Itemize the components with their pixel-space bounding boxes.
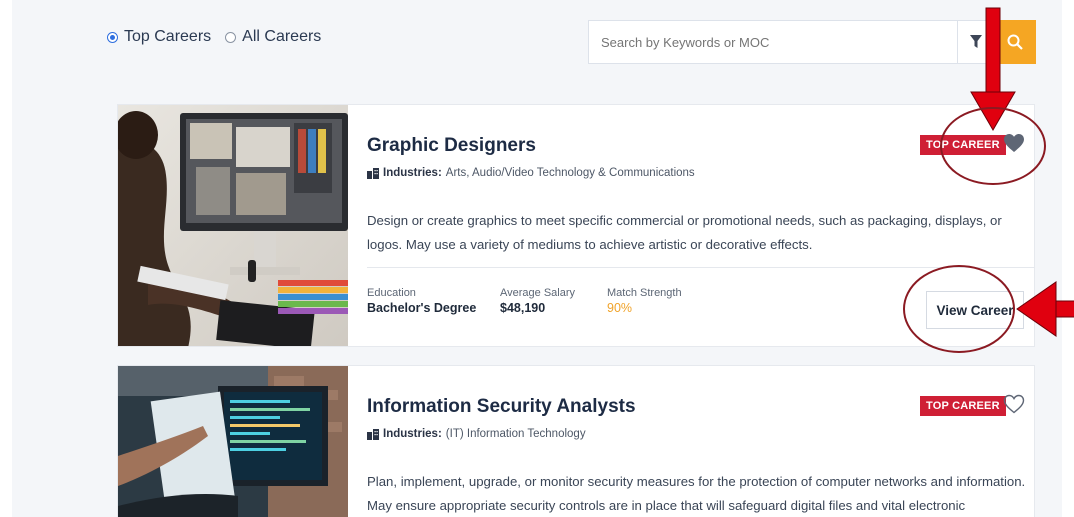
stat-label: Average Salary	[500, 287, 576, 299]
radio-top-careers[interactable]: Top Careers	[107, 28, 211, 46]
building-icon	[367, 428, 379, 440]
magnifier-icon	[1007, 34, 1023, 50]
industries-label: Industries:	[383, 428, 442, 440]
industries-value: (IT) Information Technology	[445, 428, 586, 440]
career-title[interactable]: Graphic Designers	[367, 135, 536, 157]
stat-match-strength: Match Strength 90%	[607, 287, 682, 315]
radio-label: All Careers	[242, 28, 322, 45]
stat-value: 90%	[607, 301, 633, 315]
search-input[interactable]	[588, 20, 958, 64]
stat-label: Match Strength	[607, 287, 682, 299]
career-card-body: Information Security Analysts Industries…	[367, 366, 1034, 517]
career-card: Information Security Analysts Industries…	[117, 365, 1035, 517]
stat-average-salary: Average Salary $48,190	[500, 287, 575, 315]
radio-all-careers[interactable]: All Careers	[225, 28, 321, 46]
career-industries: Industries: Arts, Audio/Video Technology…	[367, 167, 695, 179]
top-career-badge: TOP CAREER	[920, 135, 1006, 155]
filter-button[interactable]	[958, 20, 994, 64]
favorite-heart-icon-outline[interactable]	[1003, 394, 1025, 414]
view-career-button[interactable]: View Career	[926, 291, 1024, 329]
stat-value: $48,190	[500, 301, 546, 315]
search-button[interactable]	[994, 20, 1036, 64]
career-title[interactable]: Information Security Analysts	[367, 396, 636, 418]
stat-label: Education	[367, 287, 416, 299]
career-card: Graphic Designers Industries: Arts, Audi…	[117, 104, 1035, 347]
radio-label: Top Careers	[124, 28, 212, 45]
favorite-heart-icon-filled[interactable]	[1003, 133, 1025, 153]
careers-page: Top Careers All Careers Search by Keywor…	[12, 0, 1062, 517]
career-photo-designer	[118, 105, 348, 346]
career-description: Plan, implement, upgrade, or monitor sec…	[367, 474, 1026, 513]
top-career-badge: TOP CAREER	[920, 396, 1006, 416]
card-divider	[367, 267, 1035, 268]
stat-education: Education Bachelor's Degree	[367, 287, 476, 315]
career-description: Design or create graphics to meet specif…	[367, 213, 1002, 252]
building-icon	[367, 167, 379, 179]
industries-value: Arts, Audio/Video Technology & Communica…	[445, 167, 695, 179]
career-industries: Industries: (IT) Information Technology	[367, 428, 586, 440]
career-filter: Top Careers All Careers	[107, 28, 335, 46]
career-card-body: Graphic Designers Industries: Arts, Audi…	[367, 105, 1035, 346]
radio-selected-icon	[107, 31, 118, 43]
career-photo-security	[118, 366, 348, 517]
industries-label: Industries:	[383, 167, 442, 179]
funnel-icon	[969, 35, 982, 48]
stat-value: Bachelor's Degree	[367, 301, 477, 315]
radio-unselected-icon	[225, 31, 237, 43]
